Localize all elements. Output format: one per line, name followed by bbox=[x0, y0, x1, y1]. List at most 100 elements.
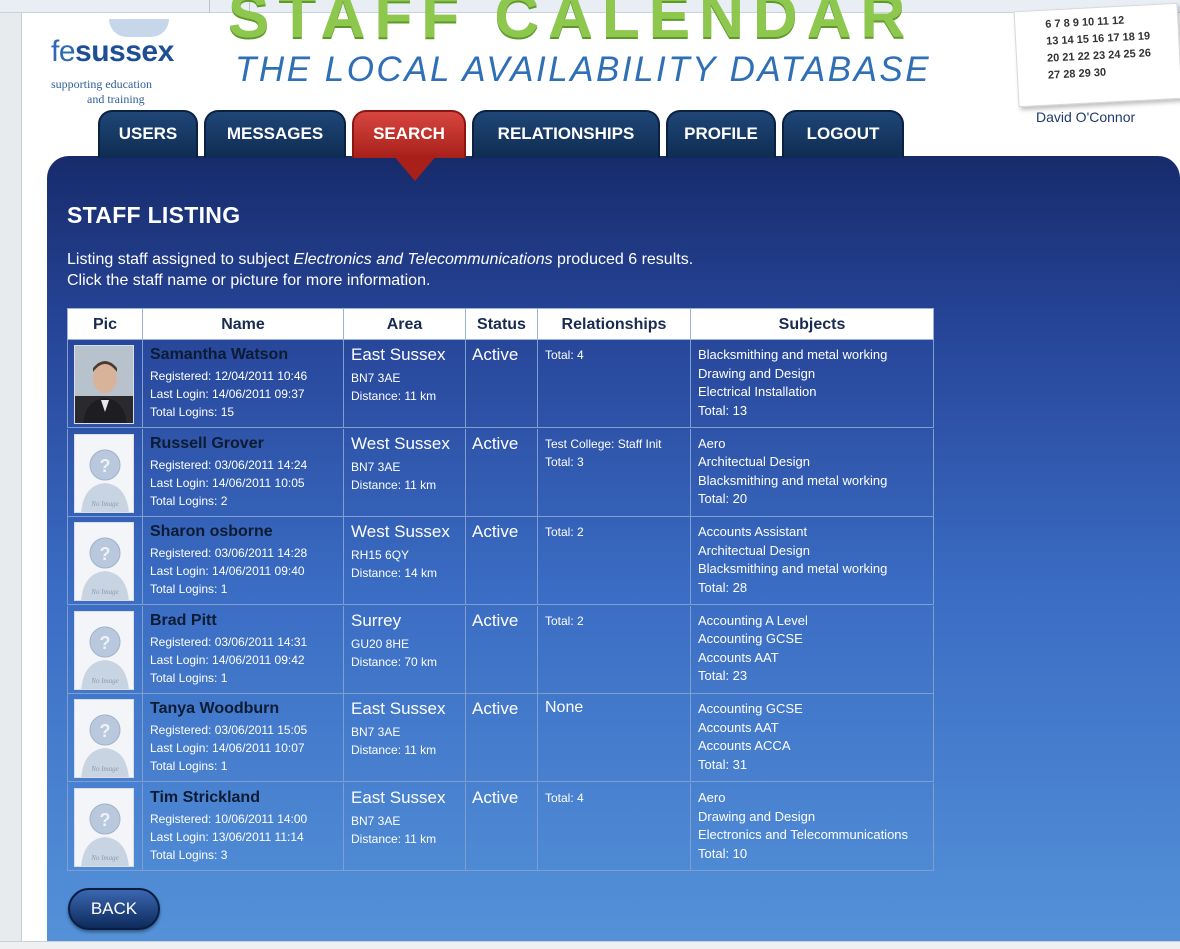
no-image-label: No Image bbox=[90, 854, 118, 862]
no-image-avatar[interactable]: ? No Image bbox=[74, 699, 134, 779]
relationships-cell: None bbox=[538, 694, 691, 783]
area-cell: West Sussex BN7 3AE Distance: 11 km bbox=[344, 428, 466, 517]
last-login-date: Last Login: 14/06/2011 10:05 bbox=[150, 475, 305, 490]
last-login-date: Last Login: 13/06/2011 11:14 bbox=[150, 830, 304, 844]
staff-login-info: Registered: 10/06/2011 14:00 Last Login: … bbox=[150, 810, 307, 864]
area-details: RH15 6QY Distance: 14 km bbox=[351, 546, 437, 582]
subject-entry: Total: 13 bbox=[698, 402, 748, 418]
relationship-list: Total: 4 bbox=[545, 346, 584, 364]
name-cell: Sharon osborne Registered: 03/06/2011 14:… bbox=[143, 517, 344, 606]
staff-login-info: Registered: 03/06/2011 14:28 Last Login: … bbox=[150, 544, 307, 598]
tab-messages[interactable]: MESSAGES bbox=[204, 110, 346, 158]
no-image-avatar[interactable]: ? No Image bbox=[74, 433, 134, 513]
registered-date: Registered: 10/06/2011 14:00 bbox=[150, 812, 308, 826]
subject-entry: Architectual Design bbox=[698, 542, 810, 558]
tab-search[interactable]: SEARCH bbox=[352, 110, 466, 158]
column-header-area: Area bbox=[344, 309, 466, 341]
distance: Distance: 11 km bbox=[351, 743, 437, 758]
staff-name-link[interactable]: Russell Grover bbox=[150, 435, 264, 453]
subject-list: Accounts Assistant Architectual Design Bla… bbox=[698, 523, 887, 597]
area-name: West Sussex bbox=[351, 433, 450, 453]
staff-login-info: Registered: 03/06/2011 15:05 Last Login: … bbox=[150, 721, 307, 775]
staff-login-info: Registered: 03/06/2011 14:24 Last Login: … bbox=[150, 456, 307, 510]
registered-date: Registered: 03/06/2011 15:05 bbox=[150, 723, 308, 738]
staff-name-link[interactable]: Brad Pitt bbox=[150, 612, 217, 630]
result-summary: Listing staff assigned to subject Electr… bbox=[67, 251, 694, 289]
staff-login-info: Registered: 12/04/2011 10:46 Last Login: … bbox=[150, 367, 307, 421]
subject-entry: Accounts AAT bbox=[698, 649, 779, 665]
no-image-avatar[interactable]: ? No Image bbox=[74, 788, 134, 867]
logo-tagline: and training bbox=[87, 92, 145, 106]
relationship-entry: Total: 3 bbox=[545, 454, 584, 469]
fesussex-logo[interactable]: fesussex supporting education and traini… bbox=[51, 19, 211, 107]
subject-entry: Electronics and Telecommunications bbox=[698, 827, 909, 842]
staff-name-link[interactable]: Tim Strickland bbox=[150, 789, 260, 807]
pic-cell: ? No Image bbox=[68, 783, 143, 871]
subjects-cell: Aero Architectual Design Blacksmithing and… bbox=[691, 429, 933, 517]
status-cell: Active bbox=[466, 694, 538, 783]
subject-entry: Aero bbox=[698, 790, 726, 805]
column-header-pic: Pic bbox=[68, 309, 143, 341]
column-header-relationships: Relationships bbox=[538, 309, 691, 341]
relationship-entry: Test College: Staff Init bbox=[545, 436, 662, 451]
pic-cell bbox=[68, 340, 143, 428]
staff-photo[interactable] bbox=[74, 345, 134, 424]
distance: Distance: 14 km bbox=[351, 566, 438, 581]
staff-name-link[interactable]: Sharon osborne bbox=[150, 523, 273, 541]
relationship-list: Total: 4 bbox=[545, 789, 584, 807]
pic-cell: ? No Image bbox=[68, 605, 143, 694]
subjects-cell: Accounting GCSE Accounts AAT Accounts ACCA… bbox=[691, 694, 933, 782]
no-image-avatar[interactable]: ? No Image bbox=[74, 522, 134, 602]
calendar-dates: 6 7 8 9 10 11 12 13 14 15 16 17 18 19 20… bbox=[1045, 11, 1152, 84]
last-login-date: Last Login: 14/06/2011 09:42 bbox=[150, 652, 305, 667]
registered-date: Registered: 03/06/2011 14:31 bbox=[150, 634, 308, 649]
no-image-label: No Image bbox=[90, 588, 118, 596]
area-name: East Sussex bbox=[351, 699, 446, 719]
relationship-entry: Total: 4 bbox=[545, 348, 584, 362]
area-cell: East Sussex BN7 3AE Distance: 11 km bbox=[344, 783, 466, 871]
column-header-name: Name bbox=[143, 309, 344, 341]
staff-name-link[interactable]: Samantha Watson bbox=[150, 346, 288, 364]
subject-entry: Total: 20 bbox=[698, 491, 748, 507]
area-details: BN7 3AE Distance: 11 km bbox=[351, 369, 436, 405]
table-row: ? No Image Tim Strickland Registered: 10/06… bbox=[67, 783, 934, 871]
name-cell: Tim Strickland Registered: 10/06/2011 14:… bbox=[143, 783, 344, 871]
tab-relationships[interactable]: RELATIONSHIPS bbox=[472, 110, 660, 158]
site-banner-title: STAFF CALENDAR bbox=[228, 0, 915, 51]
last-login-date: Last Login: 14/06/2011 09:40 bbox=[150, 564, 305, 579]
table-row: ? No Image Brad Pitt Registered: 03/06/2011… bbox=[67, 605, 934, 694]
relationship-list: None bbox=[545, 699, 583, 717]
status-text: Active bbox=[472, 522, 519, 542]
no-image-icon: ? No Image bbox=[75, 523, 133, 601]
subject-list: Aero Drawing and Design Electronics and Te… bbox=[698, 789, 908, 863]
subject-entry: Accounts Assistant bbox=[698, 524, 808, 540]
relationships-cell: Total: 2 bbox=[538, 517, 691, 606]
relationship-list: Total: 2 bbox=[545, 523, 584, 541]
svg-text:?: ? bbox=[100, 633, 111, 653]
postcode: RH15 6QY bbox=[351, 548, 410, 563]
subject-entry: Blacksmithing and metal working bbox=[698, 472, 888, 488]
no-image-label: No Image bbox=[90, 500, 118, 508]
svg-text:?: ? bbox=[100, 721, 111, 741]
subject-list: Aero Architectual Design Blacksmithing and… bbox=[698, 435, 887, 509]
subjects-cell: Accounts Assistant Architectual Design Bla… bbox=[691, 517, 933, 605]
tab-profile[interactable]: PROFILE bbox=[666, 110, 776, 158]
last-login-date: Last Login: 14/06/2011 10:07 bbox=[150, 741, 305, 756]
staff-name-link[interactable]: Tanya Woodburn bbox=[150, 700, 279, 718]
status-cell: Active bbox=[466, 783, 538, 871]
subject-entry: Accounts ACCA bbox=[698, 738, 791, 754]
back-button[interactable]: BACK bbox=[68, 888, 160, 930]
no-image-avatar[interactable]: ? No Image bbox=[74, 610, 134, 690]
relationship-entry: Total: 4 bbox=[545, 791, 584, 805]
tab-logout[interactable]: LOGOUT bbox=[782, 110, 904, 158]
tab-users[interactable]: USERS bbox=[98, 110, 198, 158]
active-tab-pointer bbox=[393, 155, 437, 181]
area-name: East Sussex bbox=[351, 345, 446, 364]
subject-entry: Total: 31 bbox=[698, 756, 748, 772]
svg-text:?: ? bbox=[100, 544, 111, 564]
total-logins: Total Logins: 2 bbox=[150, 493, 228, 508]
area-cell: West Sussex RH15 6QY Distance: 14 km bbox=[344, 517, 466, 606]
registered-date: Registered: 03/06/2011 14:28 bbox=[150, 546, 308, 561]
subjects-cell: Blacksmithing and metal working Drawing a… bbox=[691, 340, 933, 428]
status-cell: Active bbox=[466, 605, 538, 694]
